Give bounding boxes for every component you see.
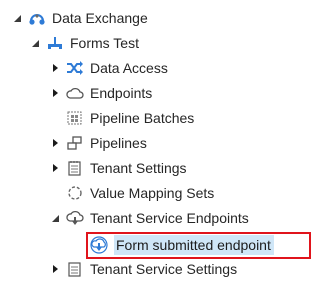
expanded-triangle-icon[interactable]: [30, 38, 40, 48]
tree-node-data-access[interactable]: Data Access: [50, 57, 168, 79]
tree-node-tenant-settings[interactable]: Tenant Settings: [50, 157, 187, 179]
tree-node-label: Value Mapping Sets: [90, 185, 215, 201]
tree-node-label: Data Exchange: [52, 10, 148, 26]
cloud-download-icon: [66, 209, 84, 227]
collapsed-triangle-icon[interactable]: [50, 264, 60, 274]
tree-node-tenant-service-endpoints[interactable]: Tenant Service Endpoints: [50, 207, 249, 229]
tree-node-pipeline-batches[interactable]: Pipeline Batches: [50, 107, 194, 129]
no-expander-spacer: [50, 113, 60, 123]
pipeline-icon: [66, 134, 84, 152]
tree-node-tenant-service-settings[interactable]: Tenant Service Settings: [50, 258, 237, 280]
tree-node-forms-test[interactable]: Forms Test: [30, 32, 139, 54]
tree-node-label: Tenant Service Endpoints: [90, 210, 249, 226]
collapsed-triangle-icon[interactable]: [50, 163, 60, 173]
expanded-triangle-icon[interactable]: [50, 213, 60, 223]
tree-node-label: Endpoints: [90, 85, 153, 101]
no-expander-spacer: [50, 188, 60, 198]
tree-node-form-submitted-endpoint[interactable]: Form submitted endpoint: [90, 234, 274, 256]
cloud-download-icon: [90, 236, 108, 254]
collapsed-triangle-icon[interactable]: [50, 138, 60, 148]
circle-dashed-icon: [66, 184, 84, 202]
expanded-triangle-icon[interactable]: [12, 13, 22, 23]
tree-node-data-exchange[interactable]: Data Exchange: [12, 7, 148, 29]
data-exchange-icon: [28, 9, 46, 27]
tree-node-label: Pipeline Batches: [90, 110, 195, 126]
shuffle-icon: [66, 59, 84, 77]
tree-node-value-mapping-sets[interactable]: Value Mapping Sets: [50, 182, 214, 204]
tree-node-label: Tenant Settings: [90, 160, 187, 176]
tree-node-endpoints[interactable]: Endpoints: [50, 82, 152, 104]
cloud-icon: [66, 84, 84, 102]
tree-node-label: Pipelines: [90, 135, 147, 151]
collapsed-triangle-icon[interactable]: [50, 88, 60, 98]
forms-tree-icon: [46, 34, 64, 52]
collapsed-triangle-icon[interactable]: [50, 63, 60, 73]
tree-node-label: Tenant Service Settings: [90, 261, 238, 277]
tree-node-pipelines[interactable]: Pipelines: [50, 132, 147, 154]
tree-node-label: Form submitted endpoint: [114, 235, 274, 255]
notepad-icon: [66, 260, 84, 278]
notepad-icon: [66, 159, 84, 177]
tree-node-label: Data Access: [90, 60, 168, 76]
tree-node-label: Forms Test: [70, 35, 139, 51]
batch-grid-icon: [66, 109, 84, 127]
